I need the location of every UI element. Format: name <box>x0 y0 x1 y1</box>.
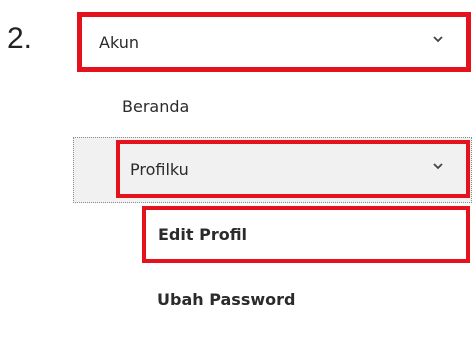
chevron-down-icon <box>432 162 444 171</box>
menu-item-edit-profil-label: Edit Profil <box>158 225 248 244</box>
menu-item-profilku[interactable]: Profilku <box>116 140 470 198</box>
chevron-down-icon <box>432 35 444 44</box>
menu-item-beranda-label: Beranda <box>122 96 190 116</box>
menu-item-beranda[interactable]: Beranda <box>122 88 422 124</box>
step-number: 2. <box>7 22 33 55</box>
menu-item-akun[interactable]: Akun <box>77 12 471 72</box>
menu-item-ubah-password-label: Ubah Password <box>157 289 296 309</box>
menu-item-edit-profil[interactable]: Edit Profil <box>142 206 470 263</box>
menu-item-ubah-password[interactable]: Ubah Password <box>157 282 457 316</box>
menu-item-profilku-label: Profilku <box>130 159 189 179</box>
menu-item-akun-label: Akun <box>99 32 139 52</box>
